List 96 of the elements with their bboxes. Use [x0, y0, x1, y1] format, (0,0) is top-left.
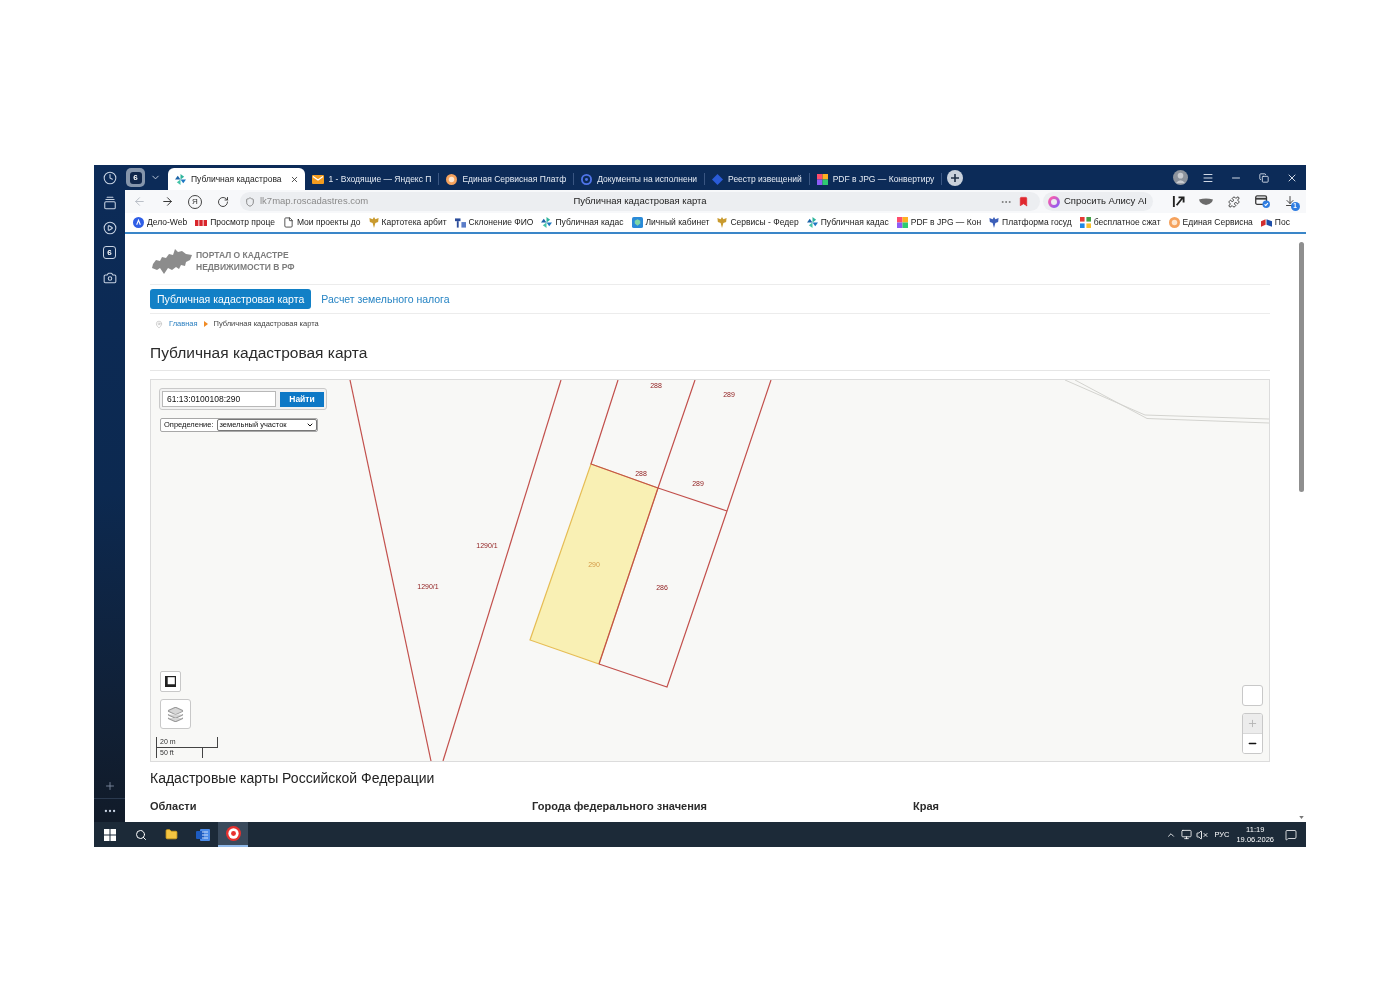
bookmark-item[interactable]: Публичная кадас: [806, 216, 889, 229]
logo-icon: [454, 217, 466, 228]
emblem-icon: [368, 217, 379, 228]
frame-corner-icon: [165, 676, 176, 687]
menu-icon[interactable]: [1202, 171, 1214, 184]
arrow-mark-icon[interactable]: [1171, 195, 1185, 208]
muted-speaker-icon[interactable]: [1196, 828, 1209, 841]
pinwheel-icon: [541, 217, 553, 228]
tab-overview-button[interactable]: 6: [126, 168, 145, 187]
bookmark-item[interactable]: бесплатное сжат: [1079, 216, 1161, 229]
diamond-logo-icon: [712, 173, 724, 185]
logo-text: НЕДВИЖИМОСТИ В РФ: [196, 261, 295, 273]
document-app-icon: [195, 827, 210, 842]
restore-icon[interactable]: [1259, 172, 1269, 183]
nav-tab[interactable]: Расчет земельного налога: [319, 289, 452, 309]
notifications-icon[interactable]: [1285, 828, 1297, 841]
document-icon: [282, 217, 294, 228]
dome-icon[interactable]: [1199, 197, 1213, 206]
scroll-down-icon[interactable]: [1298, 816, 1304, 819]
logo-icon: [195, 219, 208, 226]
flag-logo-icon: [1260, 218, 1272, 227]
card-check-icon[interactable]: [1254, 195, 1270, 208]
bookmark-item[interactable]: PDF в JPG — Кон: [896, 216, 982, 229]
start-icon[interactable]: [103, 828, 116, 841]
forward-icon[interactable]: [160, 195, 174, 208]
bookmark-item[interactable]: Просмотр проце: [195, 216, 275, 229]
bookmark-item[interactable]: Пос: [1260, 216, 1290, 229]
camera-icon[interactable]: [102, 270, 117, 285]
browser-tab[interactable]: Реестр извещений: [705, 168, 809, 190]
column-heading: Города федерального значения: [532, 799, 708, 814]
browser-tab[interactable]: 1 - Входящие — Яндекс П: [304, 168, 439, 190]
plus-icon: [1247, 718, 1258, 729]
tabs-icon[interactable]: [102, 195, 117, 210]
bookmark-item[interactable]: Сервисы - Федер: [717, 216, 799, 229]
clock-icon[interactable]: [102, 170, 117, 185]
emblem-icon: [717, 217, 728, 228]
pinwheel-icon: [806, 217, 818, 228]
map-silhouette-icon: [152, 248, 192, 274]
plus-icon[interactable]: [103, 780, 116, 792]
ring-logo-icon: [581, 173, 593, 185]
avatar-icon[interactable]: [1172, 170, 1188, 185]
location-pin-icon: [155, 319, 163, 329]
browser-tab[interactable]: Документы на исполнени: [574, 168, 705, 190]
search-icon[interactable]: [134, 828, 147, 841]
download-icon[interactable]: [1283, 195, 1296, 207]
ask-alice-button[interactable]: Спросить Алису AI: [1043, 192, 1153, 211]
folder-icon: [164, 828, 179, 841]
envelope-icon: [311, 174, 324, 184]
layers-icon: [167, 705, 184, 723]
url-text: lk7map.roscadastres.com: [260, 194, 369, 209]
browser-tab[interactable]: Единая Сервисная Платф: [439, 168, 574, 190]
taskbar-app-button[interactable]: [218, 822, 248, 847]
page-heading: Публичная кадастровая карта: [150, 343, 369, 363]
tab-counter[interactable]: 6: [103, 246, 116, 259]
network-icon[interactable]: [1181, 829, 1193, 840]
bookmark-item[interactable]: Публичная кадас: [541, 216, 624, 229]
bookmark-item[interactable]: Дело-Web: [133, 216, 188, 229]
bookmark-item[interactable]: Картотека арбит: [368, 216, 447, 229]
breadcrumb-arrow-icon: [203, 321, 208, 327]
column-heading: Области: [150, 799, 198, 814]
reload-icon[interactable]: [217, 195, 229, 208]
tiles-icon: [816, 173, 828, 185]
bookmark-item[interactable]: Мои проекты до: [282, 216, 361, 229]
bookmark-item[interactable]: Личный кабинет: [631, 216, 710, 229]
bookmark-item[interactable]: Платформа госуд: [989, 216, 1072, 229]
grid-icon: [1079, 217, 1091, 228]
puzzle-icon[interactable]: [1228, 195, 1240, 208]
emblem-icon: [989, 217, 1000, 228]
scrollbar-thumb[interactable]: [1298, 242, 1304, 492]
bookmark-icon[interactable]: [1018, 196, 1029, 207]
tiles-icon: [896, 217, 908, 228]
disc-logo-icon: [1168, 217, 1180, 228]
column-heading: Края: [913, 799, 940, 814]
disc-logo-icon: [133, 217, 144, 228]
browser-tab[interactable]: PDF в JPG — Конвертиру: [809, 168, 942, 190]
ring-logo-icon: [225, 826, 241, 841]
bookmark-item[interactable]: Склонение ФИО: [454, 216, 534, 229]
close-tab-icon[interactable]: [289, 174, 299, 184]
browser-tab[interactable]: Публичная кадастрова: [168, 168, 305, 190]
play-icon[interactable]: [102, 220, 117, 235]
pinwheel-icon: [175, 173, 186, 185]
new-tab-icon[interactable]: [947, 169, 964, 186]
logo-text: ПОРТАЛ О КАДАСТРЕ: [196, 249, 290, 261]
nav-tab[interactable]: Публичная кадастровая карта: [150, 289, 312, 309]
layers-button[interactable]: [160, 699, 191, 729]
page-title: Публичная кадастровая карта: [573, 194, 707, 209]
cadastral-number-field[interactable]: 61:13:0100108:290: [162, 391, 276, 407]
area-select-button[interactable]: [160, 671, 181, 692]
find-button[interactable]: Найти: [280, 391, 324, 407]
address-field[interactable]: lk7map.roscadastres.com Публичная кадастровая карта: [240, 192, 1040, 211]
caret-icon: [305, 421, 314, 429]
disc-logo-icon: [446, 173, 458, 185]
bookmark-item[interactable]: Единая Сервисна: [1168, 216, 1253, 229]
section-title: Кадастровые карты Российской Федерации: [150, 769, 436, 788]
shield-icon: [631, 217, 643, 228]
ring-icon: [1048, 195, 1060, 208]
